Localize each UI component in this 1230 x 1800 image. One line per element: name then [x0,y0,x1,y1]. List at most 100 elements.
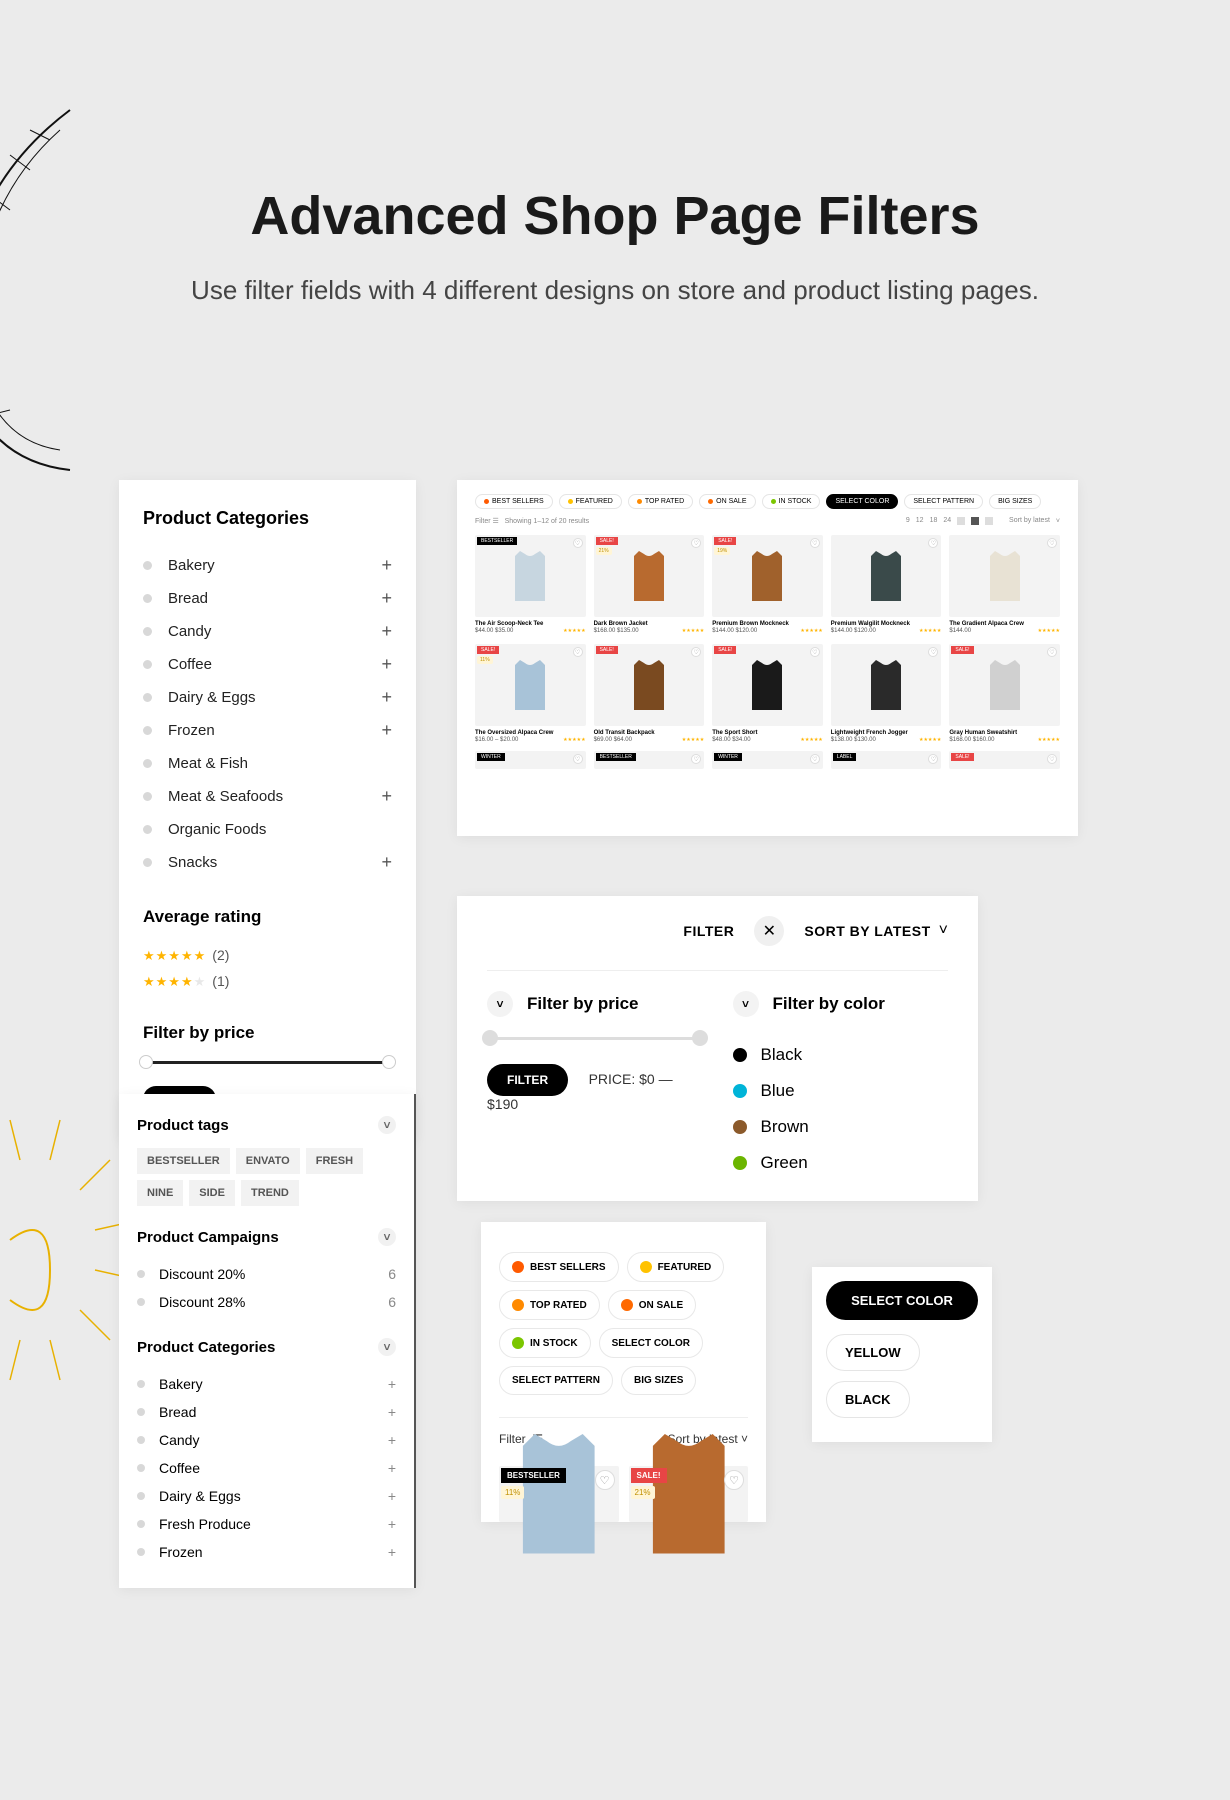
price-slider[interactable] [487,1037,703,1040]
category-item[interactable]: Snacks+ [143,846,392,879]
filter-pill[interactable]: SELECT PATTERN [904,494,983,509]
product-card[interactable]: BESTSELLER The Air Scoop-Neck Tee $44.00… [475,535,586,634]
category-item[interactable]: Bakery+ [143,549,392,582]
plus-icon[interactable]: + [381,786,392,807]
category-item[interactable]: Meat & Seafoods+ [143,780,392,813]
filter-pill[interactable]: BEST SELLERS [499,1252,619,1282]
filter-pill[interactable]: ON SALE [608,1290,696,1320]
product-card[interactable]: SALE! 21% Dark Brown Jacket $168.00 $135… [594,535,705,634]
color-option-black[interactable]: BLACK [826,1381,910,1418]
plus-icon[interactable]: + [381,654,392,675]
filter-pill[interactable]: TOP RATED [628,494,693,509]
heart-icon[interactable] [573,647,583,657]
plus-icon[interactable]: + [381,588,392,609]
heart-icon[interactable] [810,754,820,764]
filter-pill[interactable]: FEATURED [559,494,622,509]
cols-18[interactable]: 18 [930,517,938,525]
plus-icon[interactable]: + [388,1544,396,1560]
product-tag[interactable]: TREND [241,1180,299,1206]
category-item[interactable]: Bread+ [143,582,392,615]
color-filter-item[interactable]: Black [733,1037,949,1073]
filter-pill[interactable]: BEST SELLERS [475,494,553,509]
category-item[interactable]: Bread+ [137,1398,396,1426]
plus-icon[interactable]: + [388,1488,396,1504]
category-item[interactable]: Bakery+ [137,1370,396,1398]
category-item[interactable]: Dairy & Eggs+ [137,1482,396,1510]
product-card[interactable]: BESTSELLER [594,751,705,773]
color-option-yellow[interactable]: YELLOW [826,1334,920,1371]
select-color-button[interactable]: SELECT COLOR [826,1281,978,1320]
sort-by-latest[interactable]: SORT BY LATEST [804,923,930,939]
category-item[interactable]: Coffee+ [143,648,392,681]
category-item[interactable]: Dairy & Eggs+ [143,681,392,714]
plus-icon[interactable]: + [388,1376,396,1392]
plus-icon[interactable]: + [381,852,392,873]
product-tag[interactable]: FRESH [306,1148,363,1174]
product-card[interactable]: WINTER [475,751,586,773]
campaign-item[interactable]: Discount 28%6 [137,1288,396,1316]
chevron-down-icon[interactable]: ˅ [378,1116,396,1134]
product-tag[interactable]: NINE [137,1180,183,1206]
heart-icon[interactable] [724,1470,744,1490]
category-item[interactable]: Candy+ [143,615,392,648]
sort-dropdown[interactable]: Sort by latest [1009,517,1050,525]
product-card[interactable]: SALE! Gray Human Sweatshirt $168.00 $160… [949,644,1060,743]
product-card[interactable]: WINTER [712,751,823,773]
filter-pill[interactable]: SELECT PATTERN [499,1366,613,1395]
plus-icon[interactable]: + [388,1460,396,1476]
heart-icon[interactable] [573,754,583,764]
campaign-item[interactable]: Discount 20%6 [137,1260,396,1288]
plus-icon[interactable]: + [381,720,392,741]
product-tag[interactable]: SIDE [189,1180,235,1206]
product-card[interactable]: SALE! Old Transit Backpack $69.00 $64.00… [594,644,705,743]
filter-pill[interactable]: BIG SIZES [621,1366,696,1395]
heart-icon[interactable] [1047,647,1057,657]
rating-filter[interactable]: ★★★★★(1) [143,969,392,995]
plus-icon[interactable]: + [381,555,392,576]
select-color-pill[interactable]: SELECT COLOR [826,494,898,509]
chevron-down-icon[interactable]: ˅ [378,1228,396,1246]
close-icon[interactable]: ✕ [754,916,784,946]
heart-icon[interactable] [573,538,583,548]
filter-pill[interactable]: BIG SIZES [989,494,1041,509]
cols-12[interactable]: 12 [916,517,924,525]
heart-icon[interactable] [1047,754,1057,764]
price-slider[interactable] [143,1061,392,1064]
plus-icon[interactable]: + [388,1516,396,1532]
plus-icon[interactable]: + [381,621,392,642]
cols-24[interactable]: 24 [943,517,951,525]
color-filter-item[interactable]: Green [733,1145,949,1181]
filter-toggle[interactable]: Filter [475,518,491,525]
heart-icon[interactable] [1047,538,1057,548]
plus-icon[interactable]: + [388,1404,396,1420]
product-card[interactable]: LABEL [831,751,942,773]
category-item[interactable]: Organic Foods [143,813,392,846]
rating-filter[interactable]: ★★★★★(2) [143,943,392,969]
chevron-down-icon[interactable]: ˅ [378,1338,396,1356]
category-item[interactable]: Frozen+ [143,714,392,747]
filter-button[interactable]: FILTER [487,1064,568,1096]
product-tag[interactable]: ENVATO [236,1148,300,1174]
product-card[interactable]: SALE! 21% [629,1466,749,1522]
heart-icon[interactable] [810,647,820,657]
product-card[interactable]: SALE! 19% Premium Brown Mockneck $144.00… [712,535,823,634]
product-card[interactable]: SALE! The Sport Short $48.00 $34.00 ★★★★… [712,644,823,743]
heart-icon[interactable] [810,538,820,548]
product-card[interactable]: The Gradient Alpaca Crew $144.00 ★★★★★ [949,535,1060,634]
category-item[interactable]: Candy+ [137,1426,396,1454]
product-card[interactable]: SALE! [949,751,1060,773]
category-item[interactable]: Frozen+ [137,1538,396,1566]
plus-icon[interactable]: + [388,1432,396,1448]
product-card[interactable]: BESTSELLER 11% [499,1466,619,1522]
product-card[interactable]: Premium Walgilit Mockneck $144.00 $120.0… [831,535,942,634]
product-card[interactable]: Lightweight French Jogger $138.00 $130.0… [831,644,942,743]
product-card[interactable]: SALE! 11% The Oversized Alpaca Crew $16.… [475,644,586,743]
filter-pill[interactable]: SELECT COLOR [599,1328,703,1358]
chevron-down-icon[interactable]: ˅ [487,991,513,1017]
product-tag[interactable]: BESTSELLER [137,1148,230,1174]
heart-icon[interactable] [595,1470,615,1490]
color-filter-item[interactable]: Blue [733,1073,949,1109]
plus-icon[interactable]: + [381,687,392,708]
category-item[interactable]: Fresh Produce+ [137,1510,396,1538]
category-item[interactable]: Meat & Fish [143,747,392,780]
